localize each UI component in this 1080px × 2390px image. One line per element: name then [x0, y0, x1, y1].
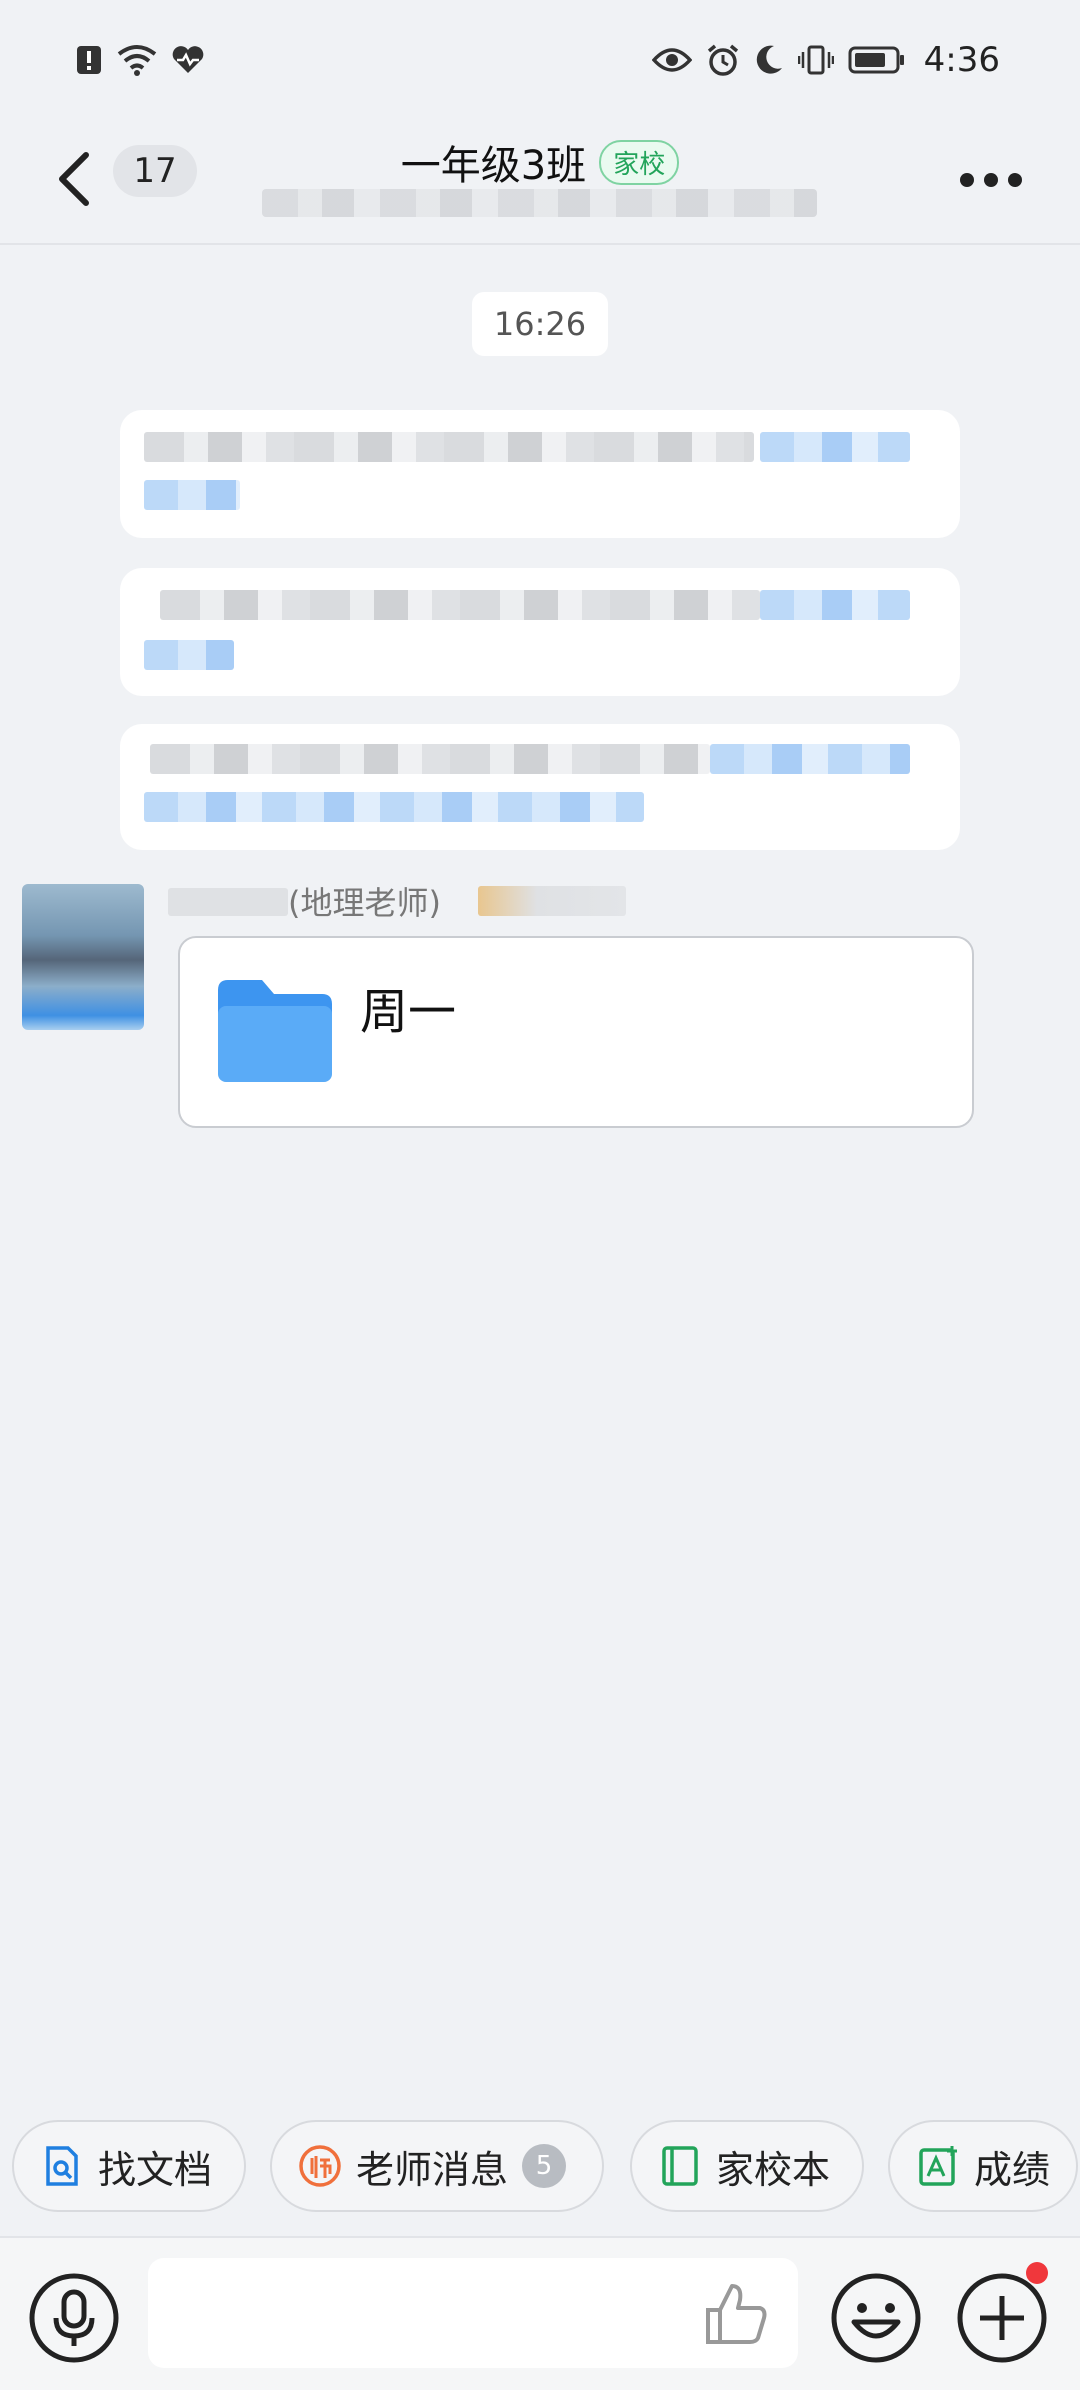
battery-icon — [848, 46, 904, 74]
wifi-icon — [117, 45, 157, 76]
sender-name: (地理老师) — [288, 884, 441, 922]
quick-actions-bar: 找文档 老师消息 5 家校本 成绩 — [0, 2120, 1080, 2216]
add-attachment-icon[interactable] — [956, 2272, 1048, 2364]
teacher-messages-count: 5 — [522, 2144, 567, 2188]
grade-report-icon — [919, 2146, 957, 2186]
chat-header: 17 一年级3班 家校 — [0, 125, 1080, 245]
sender-avatar[interactable] — [22, 884, 144, 1030]
more-options-icon[interactable] — [960, 165, 1030, 195]
teacher-badge-icon — [299, 2145, 341, 2187]
time-divider: 16:26 — [472, 292, 608, 356]
emoji-icon[interactable] — [830, 2272, 922, 2364]
grades-button[interactable]: 成绩 — [888, 2120, 1078, 2212]
health-heart-icon — [172, 46, 204, 73]
chat-title: 一年级3班 — [400, 143, 587, 189]
chip-label: 成绩 — [974, 2147, 1051, 2192]
folder-icon — [218, 980, 332, 1082]
chip-label: 找文档 — [98, 2147, 213, 2192]
redacted-subtitle — [262, 189, 817, 217]
voice-input-icon[interactable] — [28, 2272, 120, 2364]
document-search-icon — [46, 2146, 78, 2186]
message-input-bar — [0, 2236, 1080, 2390]
find-documents-button[interactable]: 找文档 — [12, 2120, 246, 2212]
thumbs-up-icon[interactable] — [700, 2278, 772, 2350]
chip-label: 家校本 — [716, 2147, 831, 2192]
redacted-sender-suffix — [478, 886, 626, 916]
message-bubble-redacted[interactable] — [120, 410, 960, 538]
teacher-messages-button[interactable]: 老师消息 5 — [270, 2120, 604, 2212]
message-bubble-redacted[interactable] — [120, 724, 960, 850]
vibrate-icon — [797, 45, 834, 75]
alarm-icon — [707, 44, 738, 76]
eye-icon — [651, 48, 692, 72]
notebook-icon — [662, 2146, 698, 2186]
title-area[interactable]: 一年级3班 家校 — [0, 133, 1080, 191]
home-school-book-button[interactable]: 家校本 — [630, 2120, 864, 2212]
folder-name: 周一 — [360, 984, 457, 1040]
alert-notification-icon — [77, 46, 101, 74]
group-type-tag: 家校 — [599, 139, 680, 185]
message-bubble-redacted[interactable] — [120, 568, 960, 696]
shared-folder-card[interactable]: 周一 — [178, 936, 974, 1128]
redacted-sender-prefix — [168, 888, 288, 916]
chip-label: 老师消息 — [356, 2147, 509, 2192]
status-bar: 4:36 — [0, 0, 1080, 125]
do-not-disturb-moon-icon — [756, 45, 782, 74]
clock: 4:36 — [923, 40, 1000, 80]
new-feature-dot — [1026, 2262, 1048, 2284]
